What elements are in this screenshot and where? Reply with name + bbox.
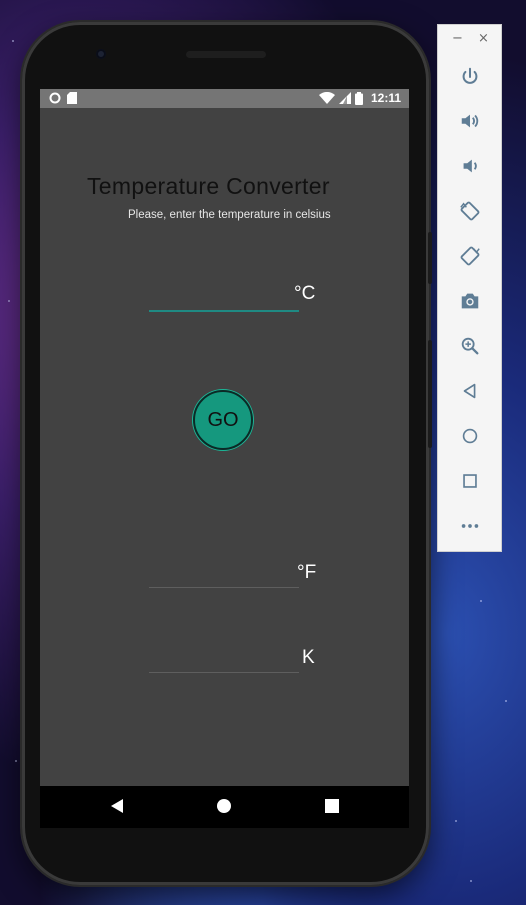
device-screen: 12:11 Temperature Converter Please, ente… xyxy=(40,89,409,786)
back-icon[interactable] xyxy=(110,798,124,814)
zoom-icon xyxy=(461,337,479,355)
emulator-toolbar: − × xyxy=(437,24,502,552)
circle-notification-icon xyxy=(49,92,61,104)
kelvin-unit-label: K xyxy=(302,647,315,668)
go-button[interactable]: GO xyxy=(193,390,253,450)
minimize-button[interactable]: − xyxy=(452,31,463,46)
celsius-unit-label: °C xyxy=(294,283,316,304)
celsius-input-underline xyxy=(149,310,299,312)
emulator-back-button[interactable] xyxy=(458,379,482,403)
fahrenheit-output-underline xyxy=(149,587,299,588)
sd-card-icon xyxy=(67,92,77,104)
emulator-home-button[interactable] xyxy=(458,424,482,448)
earpiece-speaker xyxy=(186,51,266,58)
fahrenheit-unit-label: °F xyxy=(297,562,317,583)
volume-up-button[interactable] xyxy=(458,109,482,133)
volume-down-button[interactable] xyxy=(458,154,482,178)
more-button[interactable] xyxy=(458,514,482,538)
kelvin-output[interactable] xyxy=(149,648,299,672)
cell-signal-icon xyxy=(338,92,351,104)
rotate-right-icon xyxy=(460,246,480,266)
wifi-icon xyxy=(318,92,335,104)
close-button[interactable]: × xyxy=(478,31,489,46)
power-button[interactable] xyxy=(458,65,482,89)
volume-up-icon xyxy=(461,114,479,128)
zoom-button[interactable] xyxy=(458,334,482,358)
navigation-bar xyxy=(40,786,409,828)
back-icon xyxy=(463,383,476,399)
home-icon xyxy=(462,428,478,444)
overview-icon xyxy=(463,474,477,488)
recents-icon[interactable] xyxy=(325,799,339,813)
kelvin-output-underline xyxy=(149,672,299,673)
volume-down-icon xyxy=(463,159,477,173)
rotate-left-button[interactable] xyxy=(458,199,482,223)
page-subtitle: Please, enter the temperature in celsius xyxy=(128,209,331,221)
home-icon[interactable] xyxy=(216,798,232,814)
status-bar: 12:11 xyxy=(40,89,409,108)
volume-side-button[interactable] xyxy=(428,340,432,448)
more-icon xyxy=(461,524,479,528)
celsius-input[interactable] xyxy=(149,285,299,309)
battery-icon xyxy=(354,91,363,105)
emulator-overview-button[interactable] xyxy=(458,469,482,493)
fahrenheit-output[interactable] xyxy=(149,563,299,587)
screenshot-button[interactable] xyxy=(458,289,482,313)
status-time: 12:11 xyxy=(370,91,401,105)
rotate-right-button[interactable] xyxy=(458,244,482,268)
front-camera xyxy=(96,49,106,59)
camera-icon xyxy=(461,293,479,309)
page-title: Temperature Converter xyxy=(87,173,330,199)
power-side-button[interactable] xyxy=(428,232,432,284)
power-icon xyxy=(462,67,478,84)
rotate-left-icon xyxy=(460,201,480,221)
